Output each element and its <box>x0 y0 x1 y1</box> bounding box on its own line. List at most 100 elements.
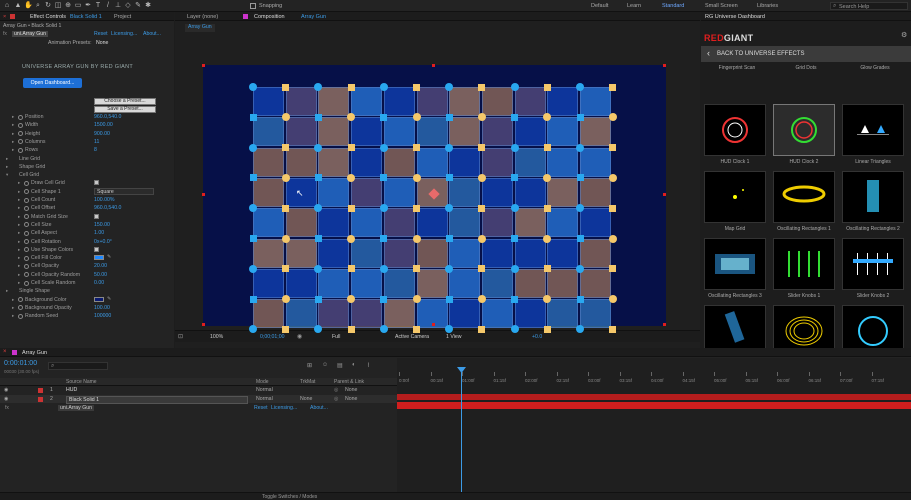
property-row[interactable]: ▸ Line Grid <box>0 155 174 163</box>
parent-pickwhip-icon[interactable]: ◎ <box>334 387 339 393</box>
choose-preset-button[interactable]: Choose a Preset... <box>94 98 156 105</box>
stopwatch-icon[interactable] <box>18 139 23 145</box>
close-icon[interactable]: × <box>3 14 6 20</box>
timeline-search-input[interactable]: ⌕ <box>48 362 108 370</box>
twirl-arrow-icon[interactable]: ▾ <box>6 172 8 178</box>
eraser-tool-icon[interactable]: ◇ <box>124 2 132 10</box>
twirl-arrow-icon[interactable]: ▸ <box>18 205 20 211</box>
property-row[interactable]: ▸ Background Color ✎ <box>0 296 174 304</box>
effect-thumbnail[interactable] <box>773 238 835 290</box>
stopwatch-icon[interactable] <box>18 114 23 120</box>
tab-comp-name[interactable]: Array Gun <box>301 14 326 20</box>
save-preset-button[interactable]: Save a Preset... <box>94 106 156 113</box>
property-row[interactable]: ▸ Cell Scale Random 0.00 <box>0 279 174 287</box>
effect-thumbnail[interactable] <box>704 238 766 290</box>
resolution-dropdown[interactable]: Full <box>332 334 340 340</box>
workspace-default[interactable]: Default <box>591 3 608 9</box>
camera-dropdown[interactable]: Active Camera <box>395 334 429 340</box>
selection-tool-icon[interactable]: ▲ <box>14 2 22 10</box>
property-row[interactable]: ▸ Cell Opacity 20.00 <box>0 262 174 270</box>
motion-blur-icon[interactable]: ◐ <box>352 362 356 368</box>
type-tool-icon[interactable]: T <box>94 2 102 10</box>
graph-editor-icon[interactable]: ⌇ <box>367 362 370 369</box>
close-tab-icon[interactable]: × <box>3 349 7 355</box>
twirl-arrow-icon[interactable]: ▸ <box>18 189 20 195</box>
draft-3d-icon[interactable]: ⊞ <box>307 362 312 369</box>
timeline-track-area[interactable]: 0:00f 00:15f 01:00f 01:15f 02:00f 02:15f 03:00… <box>397 358 911 493</box>
twirl-arrow-icon[interactable]: ▸ <box>12 114 14 120</box>
property-value[interactable]: 900.00 <box>94 131 110 137</box>
color-swatch[interactable] <box>94 255 104 261</box>
property-value[interactable]: 20.00 <box>94 263 107 269</box>
tab-timeline-comp[interactable]: Array Gun <box>22 350 47 356</box>
bounding-handle[interactable] <box>432 323 435 326</box>
comp-subtab[interactable]: Array Gun <box>185 24 215 32</box>
rectangle-tool-icon[interactable]: ▭ <box>74 2 82 10</box>
property-checkbox[interactable] <box>94 246 99 252</box>
property-row[interactable]: ▸ Cell Rotation 0x+0.0° <box>0 238 174 246</box>
twirl-arrow-icon[interactable]: ▸ <box>12 313 14 319</box>
time-ruler[interactable]: 0:00f 00:15f 01:00f 01:15f 02:00f 02:15f 03:00… <box>397 358 911 386</box>
bounding-handle[interactable] <box>202 64 205 67</box>
back-to-effects-button[interactable]: ‹ BACK TO UNIVERSE EFFECTS <box>701 46 911 62</box>
stopwatch-icon[interactable] <box>18 305 23 311</box>
search-help-field[interactable]: ⌕ Search Help <box>830 2 908 10</box>
shy-icon[interactable]: ☺ <box>322 362 328 368</box>
tab-effect-layer[interactable]: Black Solid 1 <box>70 14 102 20</box>
property-row[interactable]: ▸ Height 900.00 <box>0 130 174 138</box>
layer-parent[interactable]: None <box>345 387 357 393</box>
twirl-arrow-icon[interactable]: ▸ <box>18 263 20 269</box>
eye-icon[interactable]: ◉ <box>4 396 8 402</box>
layer-mode[interactable]: Normal <box>256 387 273 393</box>
layer-bar-black-solid[interactable] <box>397 402 911 409</box>
twirl-arrow-icon[interactable]: ▸ <box>18 214 20 220</box>
animation-presets-dropdown[interactable]: None <box>96 40 108 46</box>
layer-color-label[interactable] <box>38 387 43 393</box>
twirl-arrow-icon[interactable]: ▸ <box>6 156 8 162</box>
effect-thumbnail[interactable] <box>842 104 904 156</box>
bounding-handle[interactable] <box>663 193 666 196</box>
bounding-handle[interactable] <box>663 64 666 67</box>
twirl-arrow-icon[interactable]: ▸ <box>18 222 20 228</box>
workspace-standard[interactable]: Standard <box>662 3 684 9</box>
property-row[interactable]: ▸ Columns 11 <box>0 138 174 146</box>
layer-name[interactable]: Black Solid 1 <box>66 396 248 404</box>
property-value[interactable]: 150.00 <box>94 222 110 228</box>
twirl-arrow-icon[interactable]: ▸ <box>18 280 20 286</box>
property-row[interactable]: ▸ Random Seed 100000 <box>0 312 174 320</box>
twirl-arrow-icon[interactable]: ▸ <box>12 147 14 153</box>
layer-row[interactable]: ◉ 1 HUD Normal ◎ None <box>0 386 397 394</box>
twirl-arrow-icon[interactable]: ▸ <box>12 131 14 137</box>
layer-name[interactable]: HUD <box>66 387 77 393</box>
stopwatch-icon[interactable] <box>18 297 23 303</box>
stopwatch-icon[interactable] <box>18 313 23 319</box>
stopwatch-icon[interactable] <box>24 197 29 203</box>
twirl-arrow-icon[interactable]: ▸ <box>18 239 20 245</box>
fx-icon[interactable]: fx <box>3 31 7 37</box>
stopwatch-icon[interactable] <box>24 272 29 278</box>
home-icon[interactable]: ⌂ <box>3 2 11 10</box>
col-source-name[interactable]: Source Name <box>66 379 97 385</box>
effect-thumbnail[interactable] <box>773 171 835 223</box>
roto-brush-icon[interactable]: ✎ <box>134 2 142 10</box>
color-swatch[interactable] <box>94 296 104 302</box>
col-trkmat[interactable]: TrkMat <box>300 379 315 385</box>
workspace-learn[interactable]: Learn <box>627 3 641 9</box>
effect-row-licensing[interactable]: Licensing... <box>271 405 297 411</box>
property-row[interactable]: ▸ Cell Size 150.00 <box>0 221 174 229</box>
layer-parent[interactable]: None <box>345 396 357 402</box>
licensing-link[interactable]: Licensing... <box>111 31 137 37</box>
property-value[interactable]: 100000 <box>94 313 111 319</box>
effect-row-name[interactable]: uni.Array Gun <box>58 405 95 411</box>
stopwatch-icon[interactable] <box>18 147 23 153</box>
property-row[interactable]: ▸ Shape Grid <box>0 163 174 171</box>
property-row[interactable]: ▸ Draw Cell Grid <box>0 179 174 187</box>
tab-project[interactable]: Project <box>114 14 131 20</box>
frame-blend-icon[interactable]: ▤ <box>337 362 343 369</box>
playhead[interactable] <box>461 368 462 493</box>
parent-pickwhip-icon[interactable]: ◎ <box>334 396 339 402</box>
property-value[interactable]: 8 <box>94 147 97 153</box>
stopwatch-icon[interactable] <box>24 189 29 195</box>
stopwatch-icon[interactable] <box>18 131 23 137</box>
effect-thumbnail[interactable] <box>704 104 766 156</box>
